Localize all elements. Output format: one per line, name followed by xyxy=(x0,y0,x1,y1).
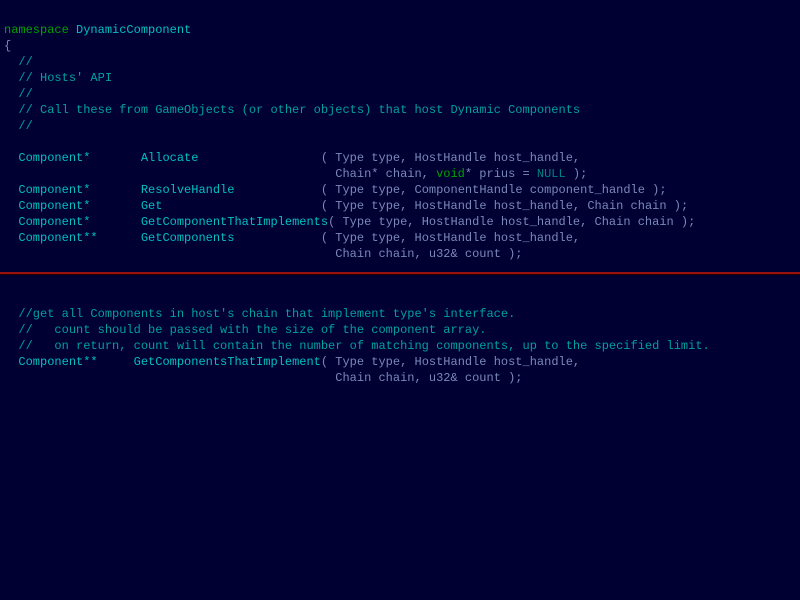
fn-name-getcomponentsthatimplement: GetComponentsThatImplement xyxy=(134,355,321,369)
signature: ( Type type, HostHandle host_handle, Cha… xyxy=(321,199,688,213)
return-type: Component** xyxy=(18,355,97,369)
keyword-void: void xyxy=(436,167,465,181)
signature: Chain* chain, xyxy=(321,167,436,181)
signature: ( Type type, HostHandle host_handle, xyxy=(321,231,580,245)
signature: * prius = xyxy=(465,167,537,181)
code-block-top: namespace DynamicComponent { // // Hosts… xyxy=(0,0,800,262)
return-type: Component* xyxy=(18,151,90,165)
comment-line: // xyxy=(18,119,32,133)
comment-line: // count should be passed with the size … xyxy=(18,323,486,337)
literal-null: NULL xyxy=(537,167,566,181)
fn-name-resolvehandle: ResolveHandle xyxy=(141,183,235,197)
comment-line: // on return, count will contain the num… xyxy=(18,339,709,353)
signature: ); xyxy=(566,167,588,181)
return-type: Component* xyxy=(18,215,90,229)
signature: ( Type type, HostHandle host_handle, xyxy=(321,151,580,165)
signature: ( Type type, ComponentHandle component_h… xyxy=(321,183,667,197)
comment-line: // Hosts' API xyxy=(18,71,112,85)
brace-open: { xyxy=(4,39,11,53)
fn-name-get: Get xyxy=(141,199,163,213)
return-type: Component* xyxy=(18,183,90,197)
code-block-bottom: //get all Components in host's chain tha… xyxy=(0,284,800,386)
comment-line: // Call these from GameObjects (or other… xyxy=(18,103,580,117)
keyword-namespace: namespace xyxy=(4,23,69,37)
fn-name-getcomponents: GetComponents xyxy=(141,231,235,245)
signature: ( Type type, HostHandle host_handle, xyxy=(321,355,580,369)
return-type: Component* xyxy=(18,199,90,213)
signature: Chain chain, u32& count ); xyxy=(321,247,523,261)
signature: Chain chain, u32& count ); xyxy=(321,371,523,385)
comment-line: // xyxy=(18,87,32,101)
fn-name-allocate: Allocate xyxy=(141,151,199,165)
namespace-name: DynamicComponent xyxy=(76,23,191,37)
comment-line: // xyxy=(18,55,32,69)
divider-line xyxy=(0,272,800,274)
comment-line: //get all Components in host's chain tha… xyxy=(18,307,515,321)
signature: ( Type type, HostHandle host_handle, Cha… xyxy=(328,215,695,229)
fn-name-getcomponentthatimplements: GetComponentThatImplements xyxy=(141,215,328,229)
return-type: Component** xyxy=(18,231,97,245)
